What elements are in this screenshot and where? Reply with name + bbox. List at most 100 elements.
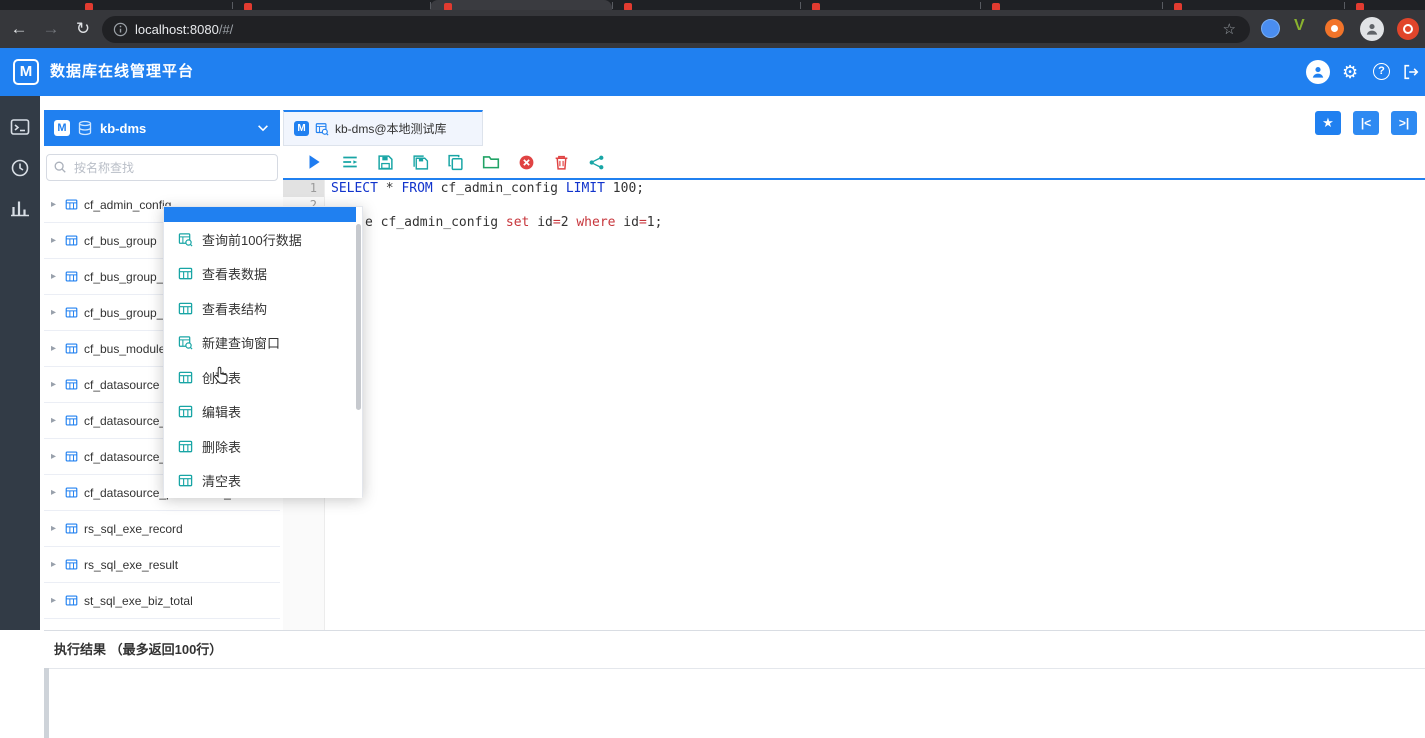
db-selector[interactable]: M kb-dms xyxy=(44,110,280,146)
table-icon xyxy=(65,558,78,571)
table-name: rs_sql_exe_record xyxy=(84,521,183,536)
menu-item-edit-table[interactable]: 编辑表 xyxy=(164,394,362,429)
address-bar[interactable]: localhost:8080/#/ ☆ xyxy=(102,16,1250,43)
extension-globe-icon[interactable] xyxy=(1261,19,1280,38)
caret-right-icon[interactable]: ▸ xyxy=(51,199,65,210)
table-icon xyxy=(65,306,78,319)
editor-line-2[interactable] xyxy=(331,197,1425,214)
site-info-icon[interactable] xyxy=(113,22,128,37)
caret-right-icon[interactable]: ▸ xyxy=(51,307,65,318)
table-row[interactable]: ▸ rs_sql_exe_result xyxy=(44,547,280,583)
menu-item-delete-table[interactable]: 删除表 xyxy=(164,429,362,464)
sql-editor[interactable]: 1 2 3 SELECT * FROM cf_admin_config LIMI… xyxy=(283,180,1425,630)
clear-button[interactable] xyxy=(553,154,570,171)
app-logo[interactable]: M xyxy=(13,59,39,85)
caret-right-icon[interactable]: ▸ xyxy=(51,415,65,426)
collapse-left-button[interactable]: |< xyxy=(1353,111,1379,135)
editor-workspace: M kb-dms@本地测试库 ★ |< >| 1 2 3 S xyxy=(283,110,1425,630)
help-icon[interactable]: ? xyxy=(1373,63,1390,80)
save-button[interactable] xyxy=(377,154,394,171)
query-tab[interactable]: M kb-dms@本地测试库 xyxy=(283,110,483,146)
menu-item-label: 查看表数据 xyxy=(202,267,268,283)
extension-v-icon[interactable]: V xyxy=(1294,17,1305,35)
open-button[interactable] xyxy=(482,153,500,171)
new-query-icon xyxy=(178,335,193,350)
url-text[interactable]: localhost:8080/#/ xyxy=(135,16,233,43)
terminal-icon[interactable] xyxy=(10,117,30,137)
caret-right-icon[interactable]: ▸ xyxy=(51,343,65,354)
menu-item-create-table[interactable]: 创建表 xyxy=(164,360,362,395)
chart-icon[interactable] xyxy=(10,198,30,218)
table-icon xyxy=(65,378,78,391)
gear-icon[interactable]: ⚙ xyxy=(1342,48,1358,96)
menu-item-new-query[interactable]: 新建查询窗口 xyxy=(164,325,362,360)
table-row[interactable]: ▸ rs_sql_exe_record xyxy=(44,511,280,547)
app-logo-badge: M xyxy=(294,121,309,136)
reload-icon[interactable]: ↻ xyxy=(70,10,96,48)
menu-item-query-100[interactable]: 查询前100行数据 xyxy=(164,222,362,257)
caret-right-icon[interactable]: ▸ xyxy=(51,451,65,462)
table-structure-icon xyxy=(178,301,193,316)
sql-token: LIMIT xyxy=(565,181,605,196)
menu-item-label: 新建查询窗口 xyxy=(202,336,281,352)
menu-item-truncate-table[interactable]: 清空表 xyxy=(164,463,362,498)
forward-icon[interactable]: → xyxy=(38,10,64,48)
search-input[interactable] xyxy=(46,154,278,181)
menu-item-label: 清空表 xyxy=(202,474,242,490)
browser-menu-icon[interactable] xyxy=(1397,18,1419,40)
sql-token: = xyxy=(638,215,647,230)
caret-right-icon[interactable]: ▸ xyxy=(51,235,65,246)
favorite-button[interactable]: ★ xyxy=(1315,111,1341,135)
back-icon[interactable]: ← xyxy=(6,10,32,48)
caret-right-icon[interactable]: ▸ xyxy=(51,487,65,498)
logout-icon[interactable] xyxy=(1402,63,1420,81)
sql-token: id xyxy=(529,215,553,230)
menu-item-view-structure[interactable]: 查看表结构 xyxy=(164,291,362,326)
browser-tab-active[interactable] xyxy=(430,0,612,10)
share-button[interactable] xyxy=(588,154,605,171)
browser-tab-strip xyxy=(0,0,1425,11)
table-icon xyxy=(65,450,78,463)
caret-right-icon[interactable]: ▸ xyxy=(51,523,65,534)
line-number: 1 xyxy=(283,180,324,197)
results-title: 执行结果 （最多返回100行） xyxy=(54,642,223,657)
editor-line-1[interactable]: SELECT * FROM cf_admin_config LIMIT 100; xyxy=(331,180,1425,197)
table-name: rs_sql_exe_result xyxy=(84,557,179,572)
sql-token: id xyxy=(615,215,639,230)
caret-right-icon[interactable]: ▸ xyxy=(51,595,65,606)
table-icon xyxy=(65,414,78,427)
run-button[interactable] xyxy=(305,153,323,171)
caret-right-icon[interactable]: ▸ xyxy=(51,559,65,570)
sql-token: FROM xyxy=(401,181,433,196)
sql-token: 100; xyxy=(604,181,645,196)
user-avatar[interactable] xyxy=(1306,60,1330,84)
table-name: st_sql_exe_biz_total xyxy=(84,593,193,608)
table-name: cf_bus_group_ xyxy=(84,269,164,284)
bookmark-star-icon[interactable]: ☆ xyxy=(1223,16,1236,43)
caret-right-icon[interactable]: ▸ xyxy=(51,271,65,282)
save-as-button[interactable] xyxy=(412,154,429,171)
collapse-right-button[interactable]: >| xyxy=(1391,111,1417,135)
browser-profile-avatar[interactable] xyxy=(1360,17,1384,41)
edit-table-icon xyxy=(178,404,193,419)
table-data-icon xyxy=(178,266,193,281)
screen: ← → ↻ localhost:8080/#/ ☆ V M 数据库在线管理平台 … xyxy=(0,0,1425,738)
menu-item-view-data[interactable]: 查看表数据 xyxy=(164,256,362,291)
copy-button[interactable] xyxy=(447,154,464,171)
chevron-down-icon[interactable] xyxy=(256,121,270,135)
extension-target-icon[interactable] xyxy=(1325,19,1344,38)
tab-divider xyxy=(430,2,431,9)
context-menu-scrollbar[interactable] xyxy=(356,224,361,410)
history-icon[interactable] xyxy=(10,158,30,178)
tab-divider xyxy=(612,2,613,9)
stop-button[interactable] xyxy=(518,154,535,171)
context-menu-item-partial[interactable] xyxy=(164,207,356,222)
table-row[interactable]: ▸ st_sql_exe_biz_total xyxy=(44,583,280,619)
code-area[interactable]: SELECT * FROM cf_admin_config LIMIT 100;… xyxy=(331,180,1425,231)
tab-divider xyxy=(980,2,981,9)
caret-right-icon[interactable]: ▸ xyxy=(51,379,65,390)
table-icon xyxy=(65,486,78,499)
editor-line-3[interactable]: e cf_admin_config set id=2 where id=1; xyxy=(331,214,1425,231)
results-scrollbar[interactable] xyxy=(44,668,49,738)
format-sql-button[interactable] xyxy=(341,153,359,171)
